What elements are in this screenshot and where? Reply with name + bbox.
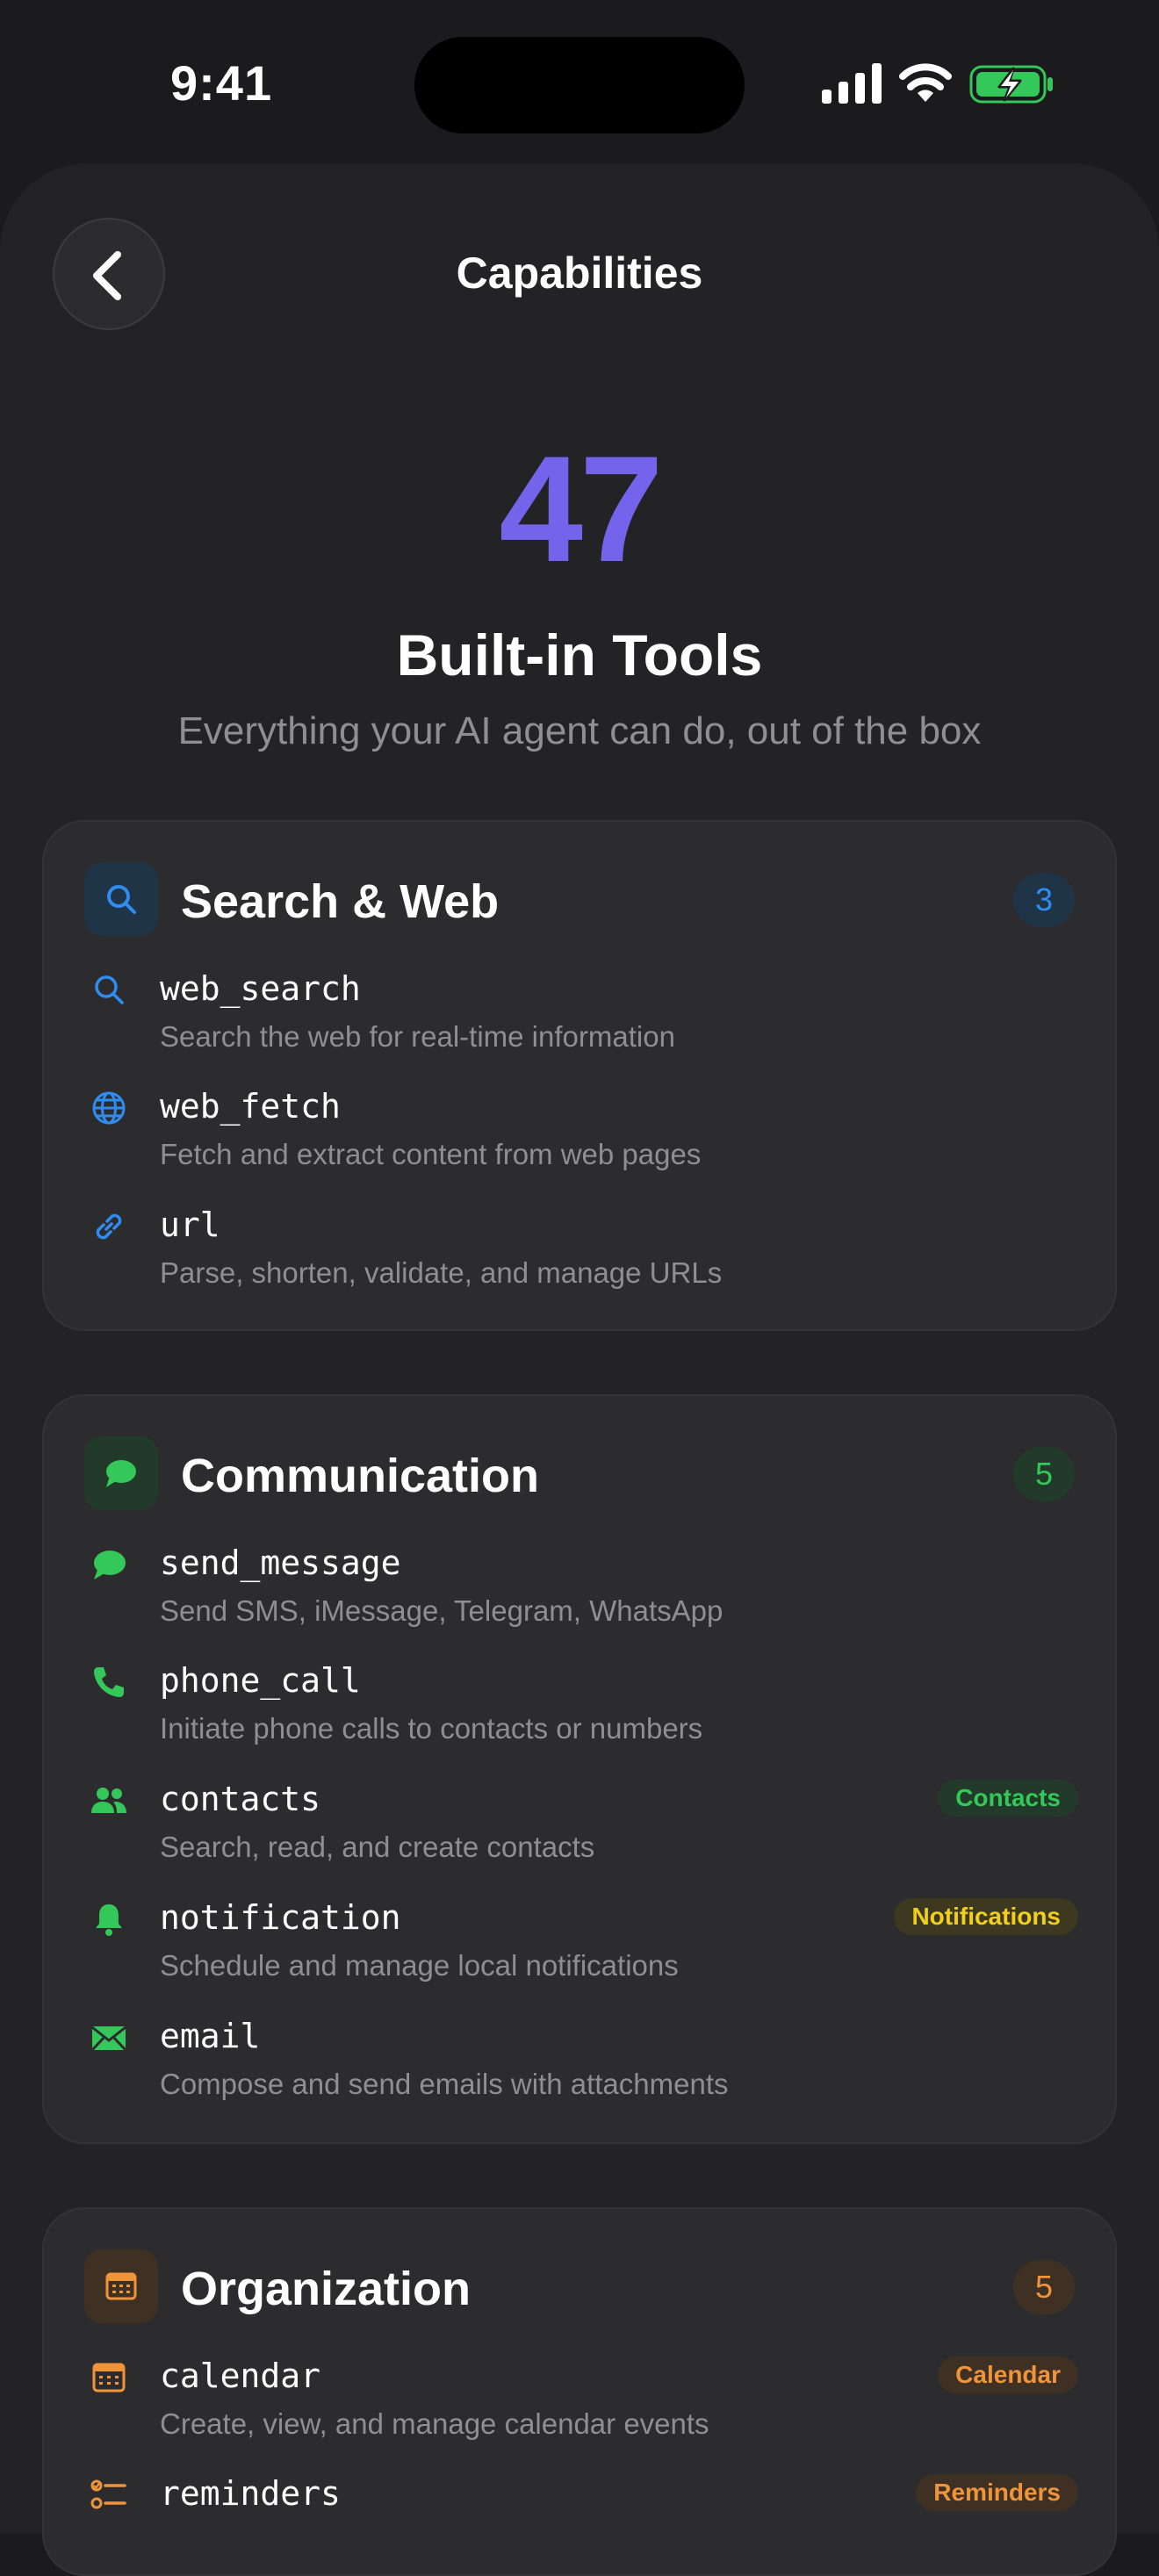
tool-row-phone-call[interactable]: phone_call Initiate phone calls to conta…: [44, 1658, 1119, 1763]
tool-name: phone_call: [160, 1661, 361, 1700]
magnifier-icon: [107, 885, 136, 914]
phone-icon: [94, 1667, 124, 1697]
tool-description: Search, read, and create contacts: [160, 1831, 595, 1863]
tool-description: Parse, shorten, validate, and manage URL…: [160, 1256, 723, 1289]
tool-name: web_search: [160, 969, 361, 1008]
tool-name: url: [160, 1205, 220, 1244]
tool-row-reminders[interactable]: reminders Reminders: [44, 2471, 1119, 2576]
section-count: 3: [1013, 873, 1075, 927]
dynamic-island: [414, 37, 745, 133]
page-title: Capabilities: [456, 248, 703, 298]
search-icon: [95, 975, 124, 1004]
section-title: Organization: [181, 2263, 472, 2315]
permission-badge: Notifications: [894, 1898, 1078, 1935]
section-title: Communication: [181, 1450, 540, 1502]
tools-count: 47: [499, 425, 663, 594]
tool-description: Search the web for real-time information: [160, 1020, 675, 1053]
tool-name: web_fetch: [160, 1087, 341, 1126]
section-icon-badge: [84, 862, 158, 936]
message-icon: [94, 1551, 126, 1579]
status-bar: 9:41: [0, 0, 1159, 158]
section-title: Search & Web: [181, 875, 500, 928]
hero-subtitle: Everything your AI agent can do, out of …: [177, 709, 982, 752]
section-icon-badge: [84, 2249, 158, 2323]
tool-row-web-fetch[interactable]: web_fetch Fetch and extract content from…: [44, 1083, 1119, 1189]
section-search-web: Search & Web 3 web_search Search the web…: [42, 820, 1117, 1331]
section-icon-badge: [84, 1436, 158, 1510]
link-icon: [96, 1213, 122, 1240]
cellular-signal-icon: [822, 63, 882, 104]
calendar-icon: [105, 2272, 137, 2300]
tool-row-send-message[interactable]: send_message Send SMS, iMessage, Telegra…: [44, 1540, 1119, 1645]
bell-icon: [96, 1904, 122, 1936]
hero-title: Built-in Tools: [396, 622, 763, 687]
tool-description: Compose and send emails with attachments: [160, 2068, 729, 2100]
people-icon: [91, 1788, 126, 1813]
calendar-icon: [92, 2363, 126, 2393]
tool-name: reminders: [160, 2474, 341, 2513]
tool-row-url[interactable]: url Parse, shorten, validate, and manage…: [44, 1202, 1119, 1307]
battery-charging-icon: [969, 65, 1053, 104]
section-organization: Organization 5 calendar Create, view, an…: [42, 2207, 1117, 2576]
section-count: 5: [1013, 1447, 1075, 1501]
tool-description: Fetch and extract content from web pages: [160, 1138, 702, 1170]
permission-badge: Calendar: [938, 2357, 1078, 2393]
tool-row-calendar[interactable]: calendar Create, view, and manage calend…: [44, 2353, 1119, 2458]
globe-icon: [92, 1091, 126, 1125]
permission-badge: Contacts: [938, 1780, 1078, 1817]
tool-name: email: [160, 2017, 261, 2055]
section-communication: Communication 5 send_message Send SMS, i…: [42, 1394, 1117, 2144]
tool-name: send_message: [160, 1543, 401, 1582]
tool-description: Schedule and manage local notifications: [160, 1949, 679, 1982]
tool-description: Initiate phone calls to contacts or numb…: [160, 1712, 703, 1745]
tool-row-web-search[interactable]: web_search Search the web for real-time …: [44, 966, 1119, 1071]
tool-name: calendar: [160, 2357, 321, 2395]
wifi-icon: [899, 63, 952, 102]
tool-name: contacts: [160, 1780, 321, 1818]
tool-row-email[interactable]: email Compose and send emails with attac…: [44, 2013, 1119, 2119]
tool-row-contacts[interactable]: contacts Search, read, and create contac…: [44, 1776, 1119, 1882]
chat-bubble-icon: [106, 1460, 136, 1487]
tool-name: notification: [160, 1898, 401, 1937]
tool-description: Send SMS, iMessage, Telegram, WhatsApp: [160, 1594, 723, 1627]
permission-badge: Reminders: [916, 2474, 1078, 2511]
checklist-icon: [90, 2479, 126, 2509]
section-count: 5: [1013, 2260, 1075, 2314]
tool-row-notification[interactable]: notification Schedule and manage local n…: [44, 1895, 1119, 2000]
status-time: 9:41: [170, 55, 273, 111]
envelope-icon: [90, 2026, 127, 2052]
tool-description: Create, view, and manage calendar events: [160, 2407, 709, 2440]
